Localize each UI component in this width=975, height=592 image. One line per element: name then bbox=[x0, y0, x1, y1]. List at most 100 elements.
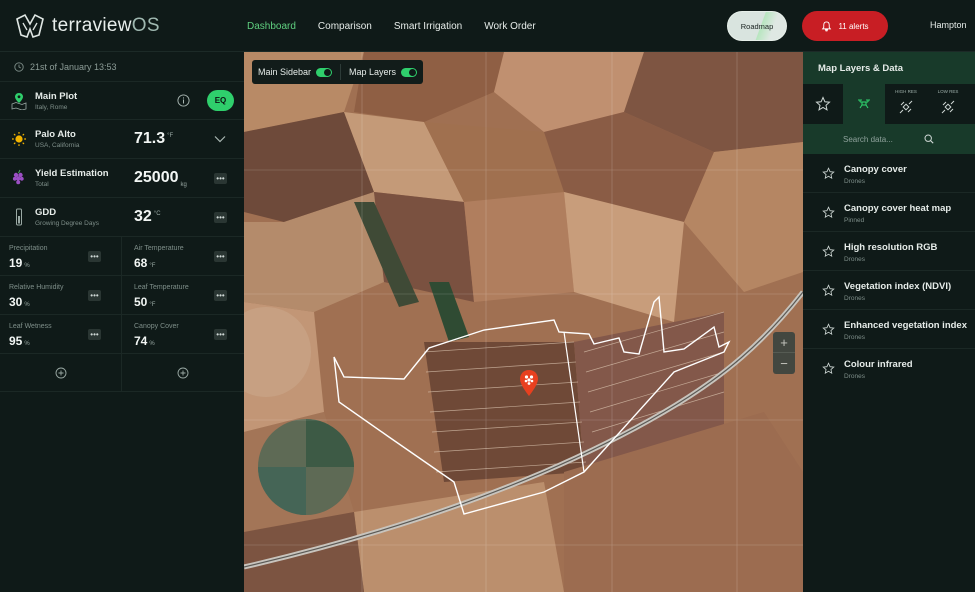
zoom-in-button[interactable]: + bbox=[773, 332, 795, 353]
metric-air-temperature[interactable]: Air Temperature 68 °F ••• bbox=[122, 237, 244, 276]
gdd-row[interactable]: GDD Growing Degree Days 32 °C ••• bbox=[0, 198, 244, 237]
satellite-high-res-icon bbox=[899, 100, 913, 114]
metric-canopy-cover[interactable]: Canopy Cover 74% ••• bbox=[122, 315, 244, 354]
layer-item-enhanced-vegetation-index[interactable]: Enhanced vegetation index Drones bbox=[803, 310, 975, 349]
location-title: Palo Alto bbox=[35, 129, 76, 140]
sun-icon bbox=[12, 132, 26, 146]
tab-drones[interactable] bbox=[843, 84, 885, 124]
nav-work-order[interactable]: Work Order bbox=[484, 21, 536, 32]
tab-low-res-label: LOW RES bbox=[937, 89, 959, 94]
metric-value: 68 °F bbox=[134, 256, 156, 270]
plus-circle-icon bbox=[55, 367, 66, 378]
sensor-metrics-grid: Precipitation 19% ••• Air Temperature 68… bbox=[0, 237, 244, 354]
yield-title: Yield Estimation bbox=[35, 168, 109, 179]
layer-title: High resolution RGB bbox=[844, 242, 938, 253]
layer-item-ndvi[interactable]: Vegetation index (NDVI) Drones bbox=[803, 271, 975, 310]
search-icon[interactable] bbox=[924, 134, 934, 144]
alerts-button[interactable]: 11 alerts bbox=[802, 11, 888, 41]
tab-low-res[interactable]: LOW RES bbox=[927, 84, 969, 124]
yield-more-button[interactable]: ••• bbox=[214, 173, 227, 184]
logo-text: terraviewOS bbox=[52, 15, 160, 36]
info-icon[interactable] bbox=[177, 94, 190, 107]
layer-title: Colour infrared bbox=[844, 359, 913, 370]
top-header: terraviewOS Dashboard Comparison Smart I… bbox=[0, 0, 975, 52]
nav-comparison[interactable]: Comparison bbox=[318, 21, 372, 32]
metric-more-button[interactable]: ••• bbox=[214, 329, 227, 340]
zoom-out-button[interactable]: − bbox=[773, 353, 795, 374]
layer-search bbox=[803, 124, 975, 154]
metric-more-button[interactable]: ••• bbox=[88, 329, 101, 340]
gdd-title: GDD bbox=[35, 207, 57, 218]
metric-value: 95% bbox=[9, 334, 30, 348]
map-layers-switch[interactable] bbox=[401, 67, 418, 77]
location-weather-row[interactable]: Palo Alto USA, California 71.3 °F bbox=[0, 120, 244, 159]
gdd-subtitle: Growing Degree Days bbox=[35, 220, 99, 227]
satellite-imagery bbox=[244, 52, 803, 592]
clock-icon bbox=[14, 61, 24, 72]
add-widget-button-right[interactable] bbox=[122, 354, 244, 391]
grape-location-pin-icon[interactable] bbox=[518, 369, 540, 397]
toggle-divider bbox=[340, 64, 342, 80]
star-icon[interactable] bbox=[822, 323, 835, 336]
thermometer-icon bbox=[16, 208, 22, 226]
metric-value: 74% bbox=[134, 334, 155, 348]
map-layers-toggle-label: Map Layers bbox=[349, 67, 397, 77]
nav-smart-irrigation[interactable]: Smart Irrigation bbox=[394, 21, 462, 32]
map-layers-panel-title: Map Layers & Data bbox=[803, 52, 975, 84]
star-icon bbox=[815, 96, 831, 111]
star-icon[interactable] bbox=[822, 206, 835, 219]
add-widget-button-left[interactable] bbox=[0, 354, 122, 391]
tab-high-res[interactable]: HIGH RES bbox=[885, 84, 927, 124]
star-icon[interactable] bbox=[822, 362, 835, 375]
layer-subtitle: Drones bbox=[844, 373, 865, 380]
main-sidebar: 21st of January 13:53 Main Plot Italy, R… bbox=[0, 52, 244, 592]
layer-title: Canopy cover bbox=[844, 164, 907, 175]
metric-more-button[interactable]: ••• bbox=[88, 290, 101, 301]
yield-value: 25000 kg bbox=[134, 169, 187, 189]
metric-value: 19% bbox=[9, 256, 30, 270]
datetime-row: 21st of January 13:53 bbox=[0, 52, 244, 82]
metric-label: Leaf Wetness bbox=[9, 323, 52, 330]
nav-dashboard[interactable]: Dashboard bbox=[247, 21, 296, 32]
metric-label: Canopy Cover bbox=[134, 323, 179, 330]
star-icon[interactable] bbox=[822, 167, 835, 180]
main-sidebar-switch[interactable] bbox=[316, 67, 333, 77]
metric-label: Relative Humidity bbox=[9, 284, 64, 291]
metric-leaf-temperature[interactable]: Leaf Temperature 50 °F ••• bbox=[122, 276, 244, 315]
gdd-more-button[interactable]: ••• bbox=[214, 212, 227, 223]
layer-item-canopy-cover-heat-map[interactable]: Canopy cover heat map Pinned bbox=[803, 193, 975, 232]
roadmap-button[interactable]: Roadmap bbox=[727, 11, 787, 41]
metric-more-button[interactable]: ••• bbox=[214, 251, 227, 262]
layer-subtitle: Drones bbox=[844, 295, 865, 302]
layer-subtitle: Drones bbox=[844, 256, 865, 263]
yield-estimation-row[interactable]: Yield Estimation Total 25000 kg ••• bbox=[0, 159, 244, 198]
main-nav: Dashboard Comparison Smart Irrigation Wo… bbox=[236, 0, 547, 52]
metric-leaf-wetness[interactable]: Leaf Wetness 95% ••• bbox=[0, 315, 122, 354]
layer-item-high-resolution-rgb[interactable]: High resolution RGB Drones bbox=[803, 232, 975, 271]
location-temperature: 71.3 °F bbox=[134, 130, 174, 147]
main-plot-row[interactable]: Main Plot Italy, Rome EQ bbox=[0, 82, 244, 120]
location-subtitle: USA, California bbox=[35, 142, 80, 149]
chevron-down-icon[interactable] bbox=[214, 135, 226, 143]
map-layers-toggle[interactable]: Map Layers bbox=[349, 67, 418, 77]
main-sidebar-toggle[interactable]: Main Sidebar bbox=[258, 67, 333, 77]
user-name[interactable]: Hampton bbox=[930, 20, 967, 30]
satellite-map[interactable]: Main Sidebar Map Layers + − bbox=[244, 52, 803, 592]
layer-item-colour-infrared[interactable]: Colour infrared Drones bbox=[803, 349, 975, 388]
app-logo[interactable]: terraviewOS bbox=[14, 10, 160, 42]
metric-more-button[interactable]: ••• bbox=[88, 251, 101, 262]
star-icon[interactable] bbox=[822, 284, 835, 297]
equalizer-button[interactable]: EQ bbox=[207, 90, 234, 111]
gdd-value: 32 °C bbox=[134, 208, 161, 225]
layer-item-canopy-cover[interactable]: Canopy cover Drones bbox=[803, 154, 975, 193]
metric-precipitation[interactable]: Precipitation 19% ••• bbox=[0, 237, 122, 276]
star-icon[interactable] bbox=[822, 245, 835, 258]
drone-icon bbox=[858, 99, 870, 109]
metric-relative-humidity[interactable]: Relative Humidity 30% ••• bbox=[0, 276, 122, 315]
metric-label: Air Temperature bbox=[134, 245, 184, 252]
metric-label: Precipitation bbox=[9, 245, 48, 252]
tab-favorites[interactable] bbox=[803, 84, 843, 124]
satellite-low-res-icon bbox=[941, 100, 955, 114]
metric-more-button[interactable]: ••• bbox=[214, 290, 227, 301]
metric-value: 30% bbox=[9, 295, 30, 309]
